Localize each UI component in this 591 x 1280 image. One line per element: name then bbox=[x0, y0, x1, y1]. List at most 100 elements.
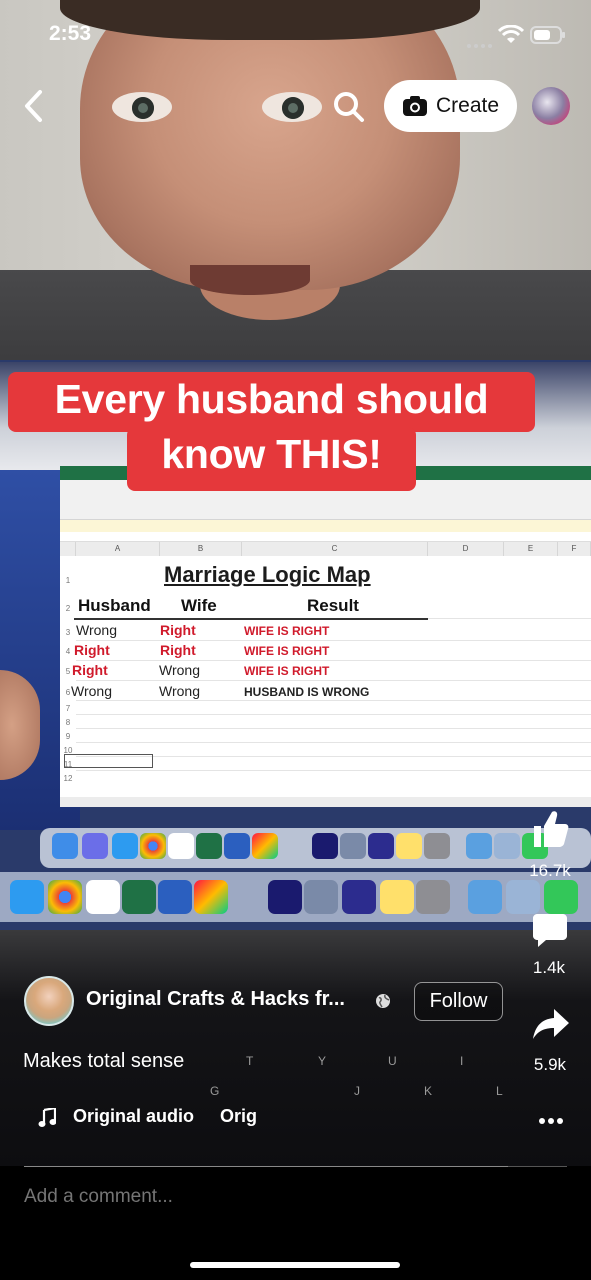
keyboard-key: U bbox=[388, 1054, 397, 1068]
app-icon bbox=[468, 880, 502, 914]
column-header: A bbox=[76, 542, 160, 556]
cell-result: WIFE IS RIGHT bbox=[244, 664, 330, 678]
excel-formula-bar bbox=[60, 532, 591, 542]
keyboard-key: G bbox=[210, 1084, 220, 1098]
excel-notice-bar bbox=[60, 520, 591, 532]
home-indicator bbox=[190, 1262, 400, 1268]
row-number: 2 bbox=[65, 604, 71, 613]
grid-line bbox=[76, 756, 591, 757]
mac-dock-reflection bbox=[40, 828, 591, 868]
video-person-eye-left bbox=[112, 92, 172, 122]
sheet-title: Marriage Logic Map bbox=[164, 562, 371, 587]
grid-line bbox=[76, 660, 591, 661]
video-person-mouth bbox=[190, 265, 310, 295]
grid-line bbox=[76, 770, 591, 771]
messages-app-icon bbox=[544, 880, 578, 914]
photos-app-icon bbox=[194, 880, 228, 914]
column-header: B bbox=[160, 542, 242, 556]
cell-wife: Right bbox=[160, 622, 196, 638]
preview-app-icon bbox=[494, 833, 520, 859]
row-number: 3 bbox=[65, 628, 71, 637]
row-number: 7 bbox=[65, 704, 71, 713]
launchpad-app-icon bbox=[82, 833, 108, 859]
audio-label[interactable]: Original audio bbox=[73, 1106, 194, 1127]
photos-app-icon bbox=[252, 833, 278, 859]
keyboard-key: K bbox=[424, 1084, 433, 1098]
calendar-app-icon bbox=[168, 833, 194, 859]
create-button-label: Create bbox=[435, 94, 500, 117]
grid-line bbox=[76, 714, 591, 715]
settings-app-icon bbox=[416, 880, 450, 914]
laptop-keyboard: T Y U I G J K L bbox=[0, 930, 591, 1166]
share-arrow-icon[interactable] bbox=[532, 1007, 570, 1041]
cell-result: WIFE IS RIGHT bbox=[244, 624, 330, 638]
safari-app-icon bbox=[10, 880, 44, 914]
chrome-app-icon bbox=[48, 880, 82, 914]
like-count: 16.7k bbox=[529, 861, 571, 880]
header-underline bbox=[74, 618, 428, 620]
utility-app-icon bbox=[340, 833, 366, 859]
app-icon bbox=[368, 833, 394, 859]
cell-result: WIFE IS RIGHT bbox=[244, 644, 330, 658]
header-wife: Wife bbox=[181, 596, 217, 615]
grid-line bbox=[76, 640, 591, 641]
comment-count: 1.4k bbox=[532, 958, 566, 977]
account-avatar[interactable] bbox=[24, 976, 74, 1026]
mac-dock bbox=[0, 872, 591, 922]
comment-bubble-icon[interactable] bbox=[531, 910, 569, 948]
create-button[interactable]: Create bbox=[384, 80, 517, 132]
search-icon[interactable] bbox=[332, 90, 366, 124]
follow-button[interactable]: Follow bbox=[414, 982, 503, 1021]
preview-app-icon bbox=[506, 880, 540, 914]
signal-icon bbox=[466, 36, 496, 48]
notes-app-icon bbox=[396, 833, 422, 859]
cell-wife: Wrong bbox=[159, 683, 200, 699]
grid-line bbox=[76, 680, 591, 681]
keyboard-key: L bbox=[496, 1084, 503, 1098]
safari-app-icon bbox=[112, 833, 138, 859]
audition-app-icon bbox=[268, 880, 302, 914]
post-description: Makes total sense bbox=[23, 1050, 185, 1072]
selected-cell bbox=[64, 754, 153, 768]
cell-husband: Wrong bbox=[71, 683, 112, 699]
camera-icon bbox=[402, 96, 427, 116]
keyboard-key: T bbox=[246, 1054, 254, 1068]
keyboard-key: I bbox=[460, 1054, 464, 1068]
progress-bar[interactable] bbox=[24, 1166, 508, 1167]
music-note-icon bbox=[38, 1106, 57, 1128]
app-icon bbox=[466, 833, 492, 859]
cell-result: HUSBAND IS WRONG bbox=[244, 685, 370, 699]
word-app-icon bbox=[158, 880, 192, 914]
keyboard-key: J bbox=[354, 1084, 360, 1098]
globe-icon bbox=[375, 993, 391, 1009]
column-header: C bbox=[242, 542, 428, 556]
chrome-app-icon bbox=[140, 833, 166, 859]
like-thumb-icon[interactable] bbox=[530, 808, 570, 850]
sheet-tabs-bar bbox=[60, 797, 591, 807]
comment-input[interactable] bbox=[24, 1186, 424, 1208]
column-header: E bbox=[504, 542, 558, 556]
word-app-icon bbox=[224, 833, 250, 859]
profile-avatar[interactable] bbox=[532, 87, 570, 125]
cell-wife: Right bbox=[160, 642, 196, 658]
audio-label-scrolling[interactable]: Orig bbox=[220, 1106, 257, 1127]
finder-app-icon bbox=[52, 833, 78, 859]
cell-husband: Wrong bbox=[76, 622, 117, 638]
header-husband: Husband bbox=[78, 596, 151, 615]
cell-wife: Wrong bbox=[159, 662, 200, 678]
account-name[interactable]: Original Crafts & Hacks fr... bbox=[86, 988, 345, 1011]
more-options-icon[interactable] bbox=[538, 1112, 564, 1124]
calendar-app-icon bbox=[86, 880, 120, 914]
cell-husband: Right bbox=[74, 642, 110, 658]
wifi-icon bbox=[497, 24, 525, 45]
notes-app-icon bbox=[380, 880, 414, 914]
header-result: Result bbox=[307, 596, 359, 615]
row-number: 8 bbox=[65, 718, 71, 727]
grid-line bbox=[76, 700, 591, 701]
utility-app-icon bbox=[304, 880, 338, 914]
excel-app-icon bbox=[122, 880, 156, 914]
back-arrow-icon[interactable] bbox=[20, 88, 48, 124]
video-caption-line-2: know THIS! bbox=[127, 427, 416, 491]
keyboard-key: Y bbox=[318, 1054, 327, 1068]
video-caption-line-1: Every husband should bbox=[8, 372, 535, 432]
